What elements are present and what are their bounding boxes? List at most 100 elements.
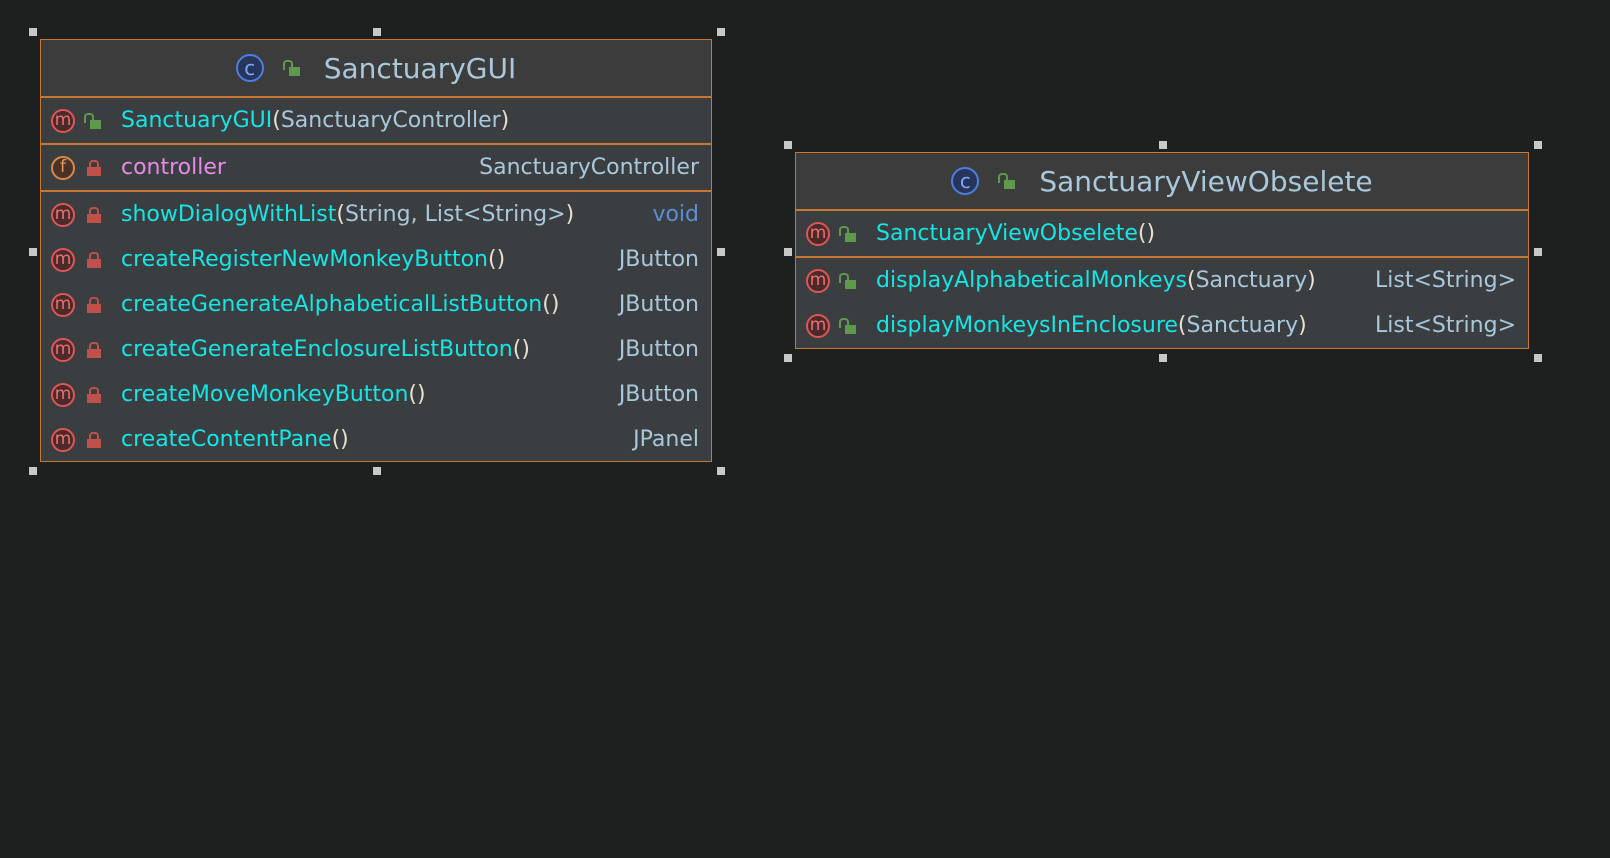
class-icon: c: [951, 167, 980, 195]
close-paren: ): [340, 427, 349, 452]
close-paren: ): [496, 247, 506, 272]
member-params: String, List<String>: [344, 202, 566, 227]
method-icon: m: [806, 221, 830, 246]
resize-handle[interactable]: [717, 467, 725, 475]
close-paren: ): [1307, 268, 1316, 293]
private-lock-icon: [87, 386, 101, 403]
return-type: JButton: [618, 382, 699, 407]
member-name: createGenerateEnclosureListButton: [121, 337, 513, 362]
constructors-section: m SanctuaryViewObselete(): [796, 211, 1528, 258]
close-paren: ): [1298, 313, 1307, 338]
resize-handle[interactable]: [373, 467, 381, 475]
method-row[interactable]: m SanctuaryGUI(SanctuaryController): [41, 98, 711, 143]
member-name: SanctuaryViewObselete: [876, 221, 1138, 246]
resize-handle[interactable]: [29, 28, 37, 36]
method-icon: m: [51, 427, 75, 452]
public-lock-icon: [839, 225, 856, 242]
resize-handle[interactable]: [29, 467, 37, 475]
method-row[interactable]: m showDialogWithList(String, List<String>…: [41, 192, 711, 237]
method-icon: m: [51, 382, 75, 407]
method-row[interactable]: m displayMonkeysInEnclosure(Sanctuary) Lis…: [796, 303, 1528, 348]
private-lock-icon: [87, 159, 101, 176]
constructors-section: m SanctuaryGUI(SanctuaryController): [41, 98, 711, 145]
return-type: SanctuaryController: [479, 155, 699, 180]
resize-handle[interactable]: [717, 247, 725, 256]
member-name: createRegisterNewMonkeyButton: [121, 247, 488, 272]
private-lock-icon: [87, 431, 101, 448]
resize-handle[interactable]: [1534, 354, 1542, 362]
method-icon: m: [806, 268, 830, 293]
method-icon: m: [51, 292, 75, 317]
members-section: m showDialogWithList(String, List<String>…: [41, 192, 711, 462]
resize-handle[interactable]: [1159, 354, 1167, 362]
member-params: Sanctuary: [1186, 313, 1299, 338]
return-type: JButton: [618, 337, 699, 362]
resize-handle[interactable]: [1534, 141, 1542, 149]
close-paren: ): [550, 292, 560, 317]
members-section: f controller SanctuaryController: [41, 145, 711, 192]
member-name: createGenerateAlphabeticalListButton: [121, 292, 543, 317]
open-paren: (: [1177, 313, 1187, 338]
public-visibility-icon: [998, 173, 1016, 189]
private-lock-icon: [87, 341, 101, 358]
open-paren: (: [542, 292, 551, 317]
member-name: controller: [121, 155, 226, 180]
method-row[interactable]: m createMoveMonkeyButton() JButton: [41, 372, 711, 417]
method-row[interactable]: m createContentPane() JPanel: [41, 417, 711, 462]
member-params: Sanctuary: [1195, 268, 1308, 293]
private-lock-icon: [87, 206, 101, 223]
resize-handle[interactable]: [1159, 141, 1167, 149]
method-icon: m: [51, 337, 75, 362]
resize-handle[interactable]: [784, 247, 792, 256]
open-paren: (: [331, 427, 341, 452]
close-paren: ): [521, 337, 530, 362]
private-lock-icon: [87, 251, 101, 268]
class-header: c SanctuaryViewObselete: [796, 153, 1528, 211]
resize-handle[interactable]: [29, 247, 37, 256]
public-lock-icon: [839, 317, 856, 334]
resize-handle[interactable]: [784, 141, 792, 149]
public-visibility-icon: [282, 60, 300, 76]
return-type: JPanel: [633, 427, 699, 452]
class-title: SanctuaryGUI: [323, 51, 517, 85]
close-paren: ): [500, 108, 510, 133]
open-paren: (: [512, 337, 522, 362]
return-type: JButton: [618, 247, 699, 272]
member-name: SanctuaryGUI: [121, 108, 273, 133]
class-node-sanctuarygui[interactable]: c SanctuaryGUI m SanctuaryGUI(SanctuaryCont…: [40, 39, 712, 462]
members-section: m displayAlphabeticalMonkeys(Sanctuary) Li…: [796, 258, 1528, 348]
member-name: createContentPane: [121, 427, 332, 452]
private-lock-icon: [87, 296, 101, 313]
open-paren: (: [488, 247, 497, 272]
public-lock-icon: [84, 112, 101, 129]
method-row[interactable]: m createGenerateAlphabeticalListButton() J…: [41, 282, 711, 327]
class-node-sanctuaryviewobselete[interactable]: c SanctuaryViewObselete m SanctuaryViewObse…: [795, 152, 1529, 349]
method-row[interactable]: m SanctuaryViewObselete(): [796, 211, 1528, 256]
field-icon: f: [51, 155, 75, 180]
return-type: void: [652, 202, 699, 227]
resize-handle[interactable]: [784, 354, 792, 362]
close-paren: ): [565, 202, 575, 227]
class-header: c SanctuaryGUI: [41, 40, 711, 98]
member-name: createMoveMonkeyButton: [121, 382, 409, 407]
resize-handle[interactable]: [717, 28, 725, 36]
resize-handle[interactable]: [373, 28, 381, 36]
member-params: SanctuaryController: [280, 108, 501, 133]
return-type: List<String>: [1375, 268, 1516, 293]
return-type: List<String>: [1375, 313, 1516, 338]
close-paren: ): [1146, 221, 1156, 246]
method-icon: m: [51, 108, 75, 133]
method-row[interactable]: m displayAlphabeticalMonkeys(Sanctuary) Li…: [796, 258, 1528, 303]
method-row[interactable]: m createRegisterNewMonkeyButton() JButton: [41, 237, 711, 282]
class-icon: c: [235, 54, 264, 82]
class-title: SanctuaryViewObselete: [1039, 164, 1373, 198]
method-icon: m: [51, 247, 75, 272]
open-paren: (: [272, 108, 281, 133]
member-name: displayAlphabeticalMonkeys: [876, 268, 1187, 293]
public-lock-icon: [839, 272, 856, 289]
resize-handle[interactable]: [1534, 247, 1542, 256]
method-row[interactable]: m createGenerateEnclosureListButton() JBut…: [41, 327, 711, 372]
field-row[interactable]: f controller SanctuaryController: [41, 145, 711, 190]
return-type: JButton: [618, 292, 699, 317]
method-icon: m: [806, 313, 830, 338]
